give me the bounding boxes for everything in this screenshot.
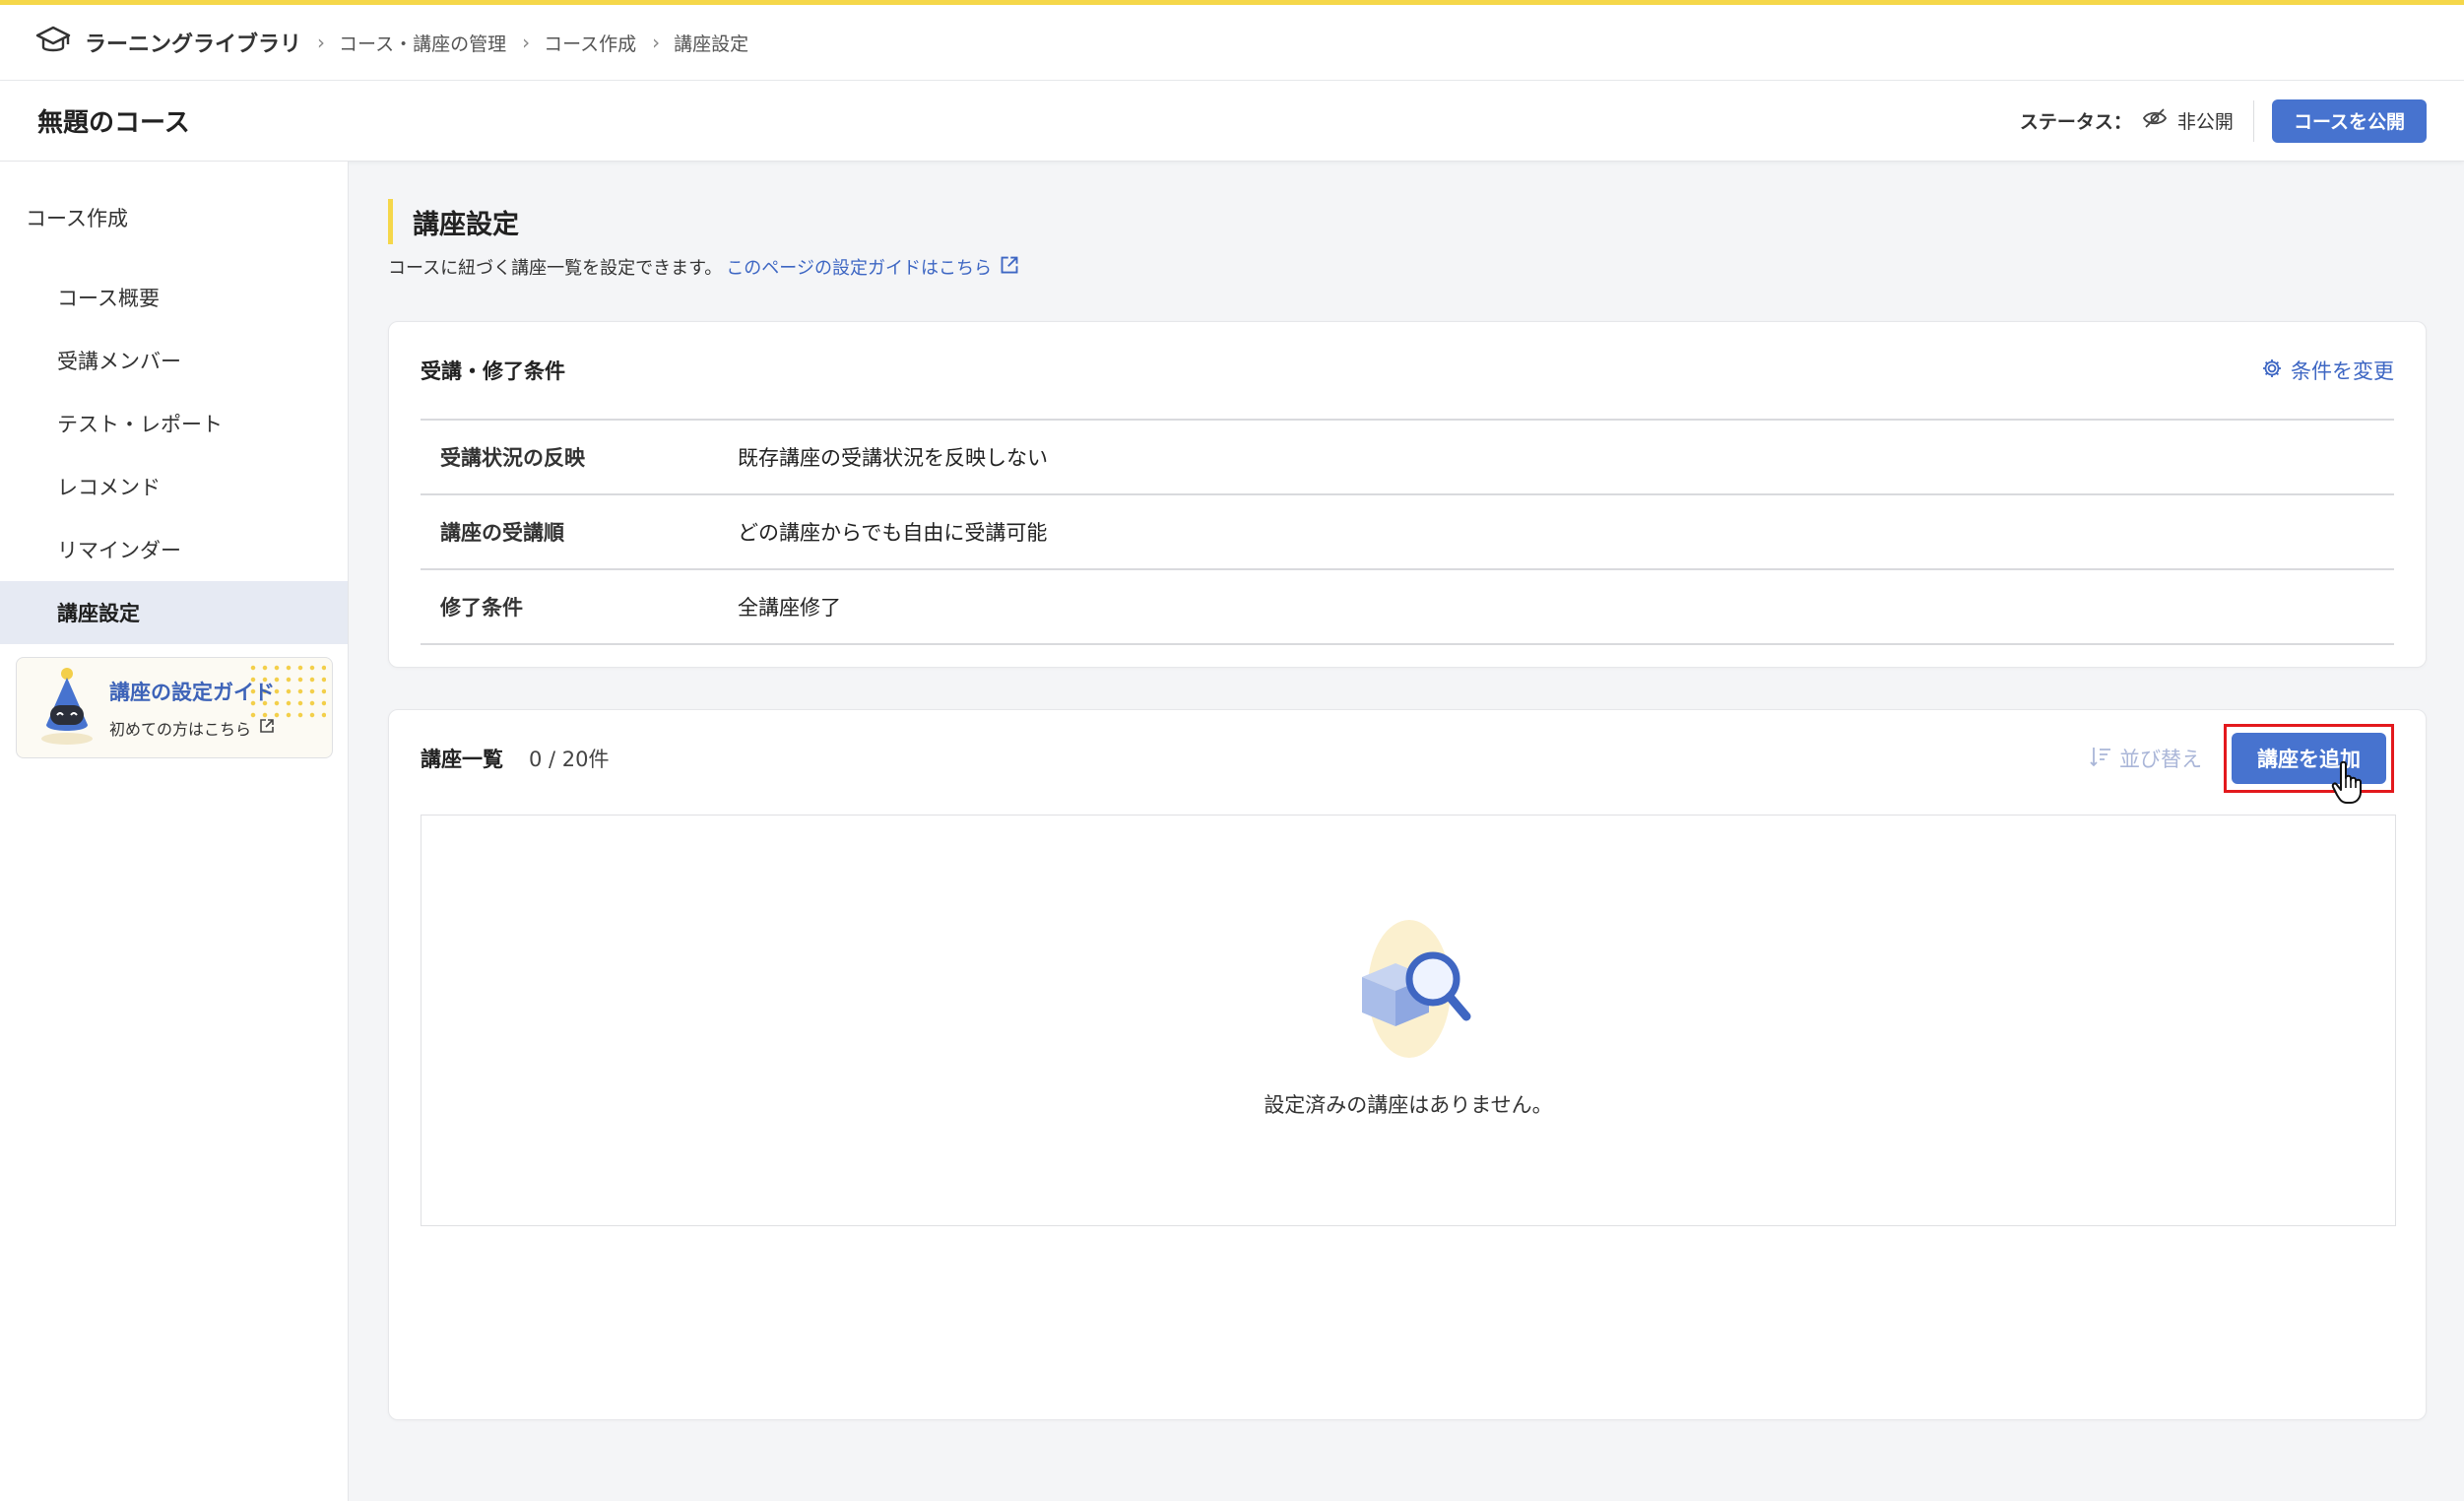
table-row: 受講状況の反映 既存講座の受講状況を反映しない [421,421,2394,495]
sidebar-item-reminder[interactable]: リマインダー [0,518,348,581]
guide-title: 講座の設定ガイド [109,680,275,704]
section-title: 講座設定 [388,199,2427,244]
external-link-icon [1000,255,1019,280]
conditions-title: 受講・修了条件 [421,359,565,383]
sort-label: 並び替え [2119,748,2202,771]
breadcrumb-course-management[interactable]: コース・講座の管理 [339,30,506,56]
condition-value: 全講座修了 [738,596,841,620]
table-row: 講座の受講順 どの講座からでも自由に受講可能 [421,495,2394,570]
sidebar-item-test-report[interactable]: テスト・レポート [0,392,348,455]
chevron-right-icon: › [652,31,661,54]
top-navigation-bar: ラーニングライブラリ › コース・講座の管理 › コース作成 › 講座設定 [0,0,2464,81]
eye-off-icon [2142,107,2168,134]
sidebar-section-title: コース作成 [26,207,128,230]
divider [2252,99,2254,142]
breadcrumb-course-create[interactable]: コース作成 [544,30,636,56]
sidebar-item-recommend[interactable]: レコメンド [0,455,348,518]
guide-link[interactable]: このページの設定ガイドはこちら [726,254,1019,280]
table-row: 修了条件 全講座修了 [421,570,2394,645]
section-description: コースに紐づく講座一覧を設定できます。 [388,258,723,279]
lecture-list-card: 講座一覧 0 / 20件 並び替え 講座を追加 設定済みの講座はありません。 [388,709,2427,1420]
settings-guide-card[interactable]: 講座の設定ガイド 初めての方はこちら [16,657,333,758]
page-title: 無題のコース [37,108,190,138]
status-value: 非公開 [2176,111,2234,133]
empty-state-message: 設定済みの講座はありません。 [1264,1093,1553,1117]
guide-subtitle: 初めての方はこちら [109,719,252,739]
sidebar: コース作成 コース概要 受講メンバー テスト・レポート レコメンド リマインダー… [0,162,349,1501]
sort-icon [2090,745,2111,773]
condition-value: どの講座からでも自由に受講可能 [738,521,1048,545]
sort-button[interactable]: 並び替え [2090,744,2202,773]
external-link-icon [259,718,275,738]
change-conditions-label: 条件を変更 [2291,359,2394,383]
mascot-icon [38,666,96,750]
empty-state: 設定済みの講座はありません。 [421,815,2396,1226]
publish-course-button[interactable]: コースを公開 [2271,98,2427,143]
conditions-table: 受講状況の反映 既存講座の受講状況を反映しない 講座の受講順 どの講座からでも自… [421,419,2394,645]
condition-label: 講座の受講順 [440,521,564,545]
brand-name: ラーニングライブラリ [85,33,302,57]
chevron-right-icon: › [522,31,531,54]
sidebar-item-members[interactable]: 受講メンバー [0,329,348,392]
gear-icon [2261,358,2283,384]
highlight-frame: 講座を追加 [2224,724,2394,804]
empty-box-search-icon [1344,918,1472,1070]
breadcrumb-lecture-settings: 講座設定 [674,33,749,55]
status-indicator: ステータス： 非公開 [2020,107,2234,134]
condition-value: 既存講座の受講状況を反映しない [738,446,1048,470]
graduation-cap-icon [35,25,71,60]
brand[interactable]: ラーニングライブラリ [35,25,301,60]
change-conditions-button[interactable]: 条件を変更 [2261,356,2394,385]
sidebar-item-course-overview[interactable]: コース概要 [0,266,348,329]
conditions-card: 受講・修了条件 条件を変更 受講状況の反映 既存講座の受講状況を反映しない 講座… [388,321,2427,668]
course-header: 無題のコース ステータス： 非公開 コースを公開 [0,81,2464,162]
guide-link-label: このページの設定ガイドはこちら [726,258,992,279]
main-content: 講座設定 コースに紐づく講座一覧を設定できます。 このページの設定ガイドはこちら… [388,162,2427,1420]
condition-label: 修了条件 [440,596,523,620]
hand-pointer-icon [2331,760,2367,810]
chevron-right-icon: › [317,31,326,54]
sidebar-item-lecture-settings[interactable]: 講座設定 [0,581,348,644]
lecture-count: 0 / 20件 [529,748,610,771]
lecture-list-title: 講座一覧 [421,748,503,771]
status-label: ステータス： [2019,111,2132,133]
condition-label: 受講状況の反映 [440,446,585,470]
